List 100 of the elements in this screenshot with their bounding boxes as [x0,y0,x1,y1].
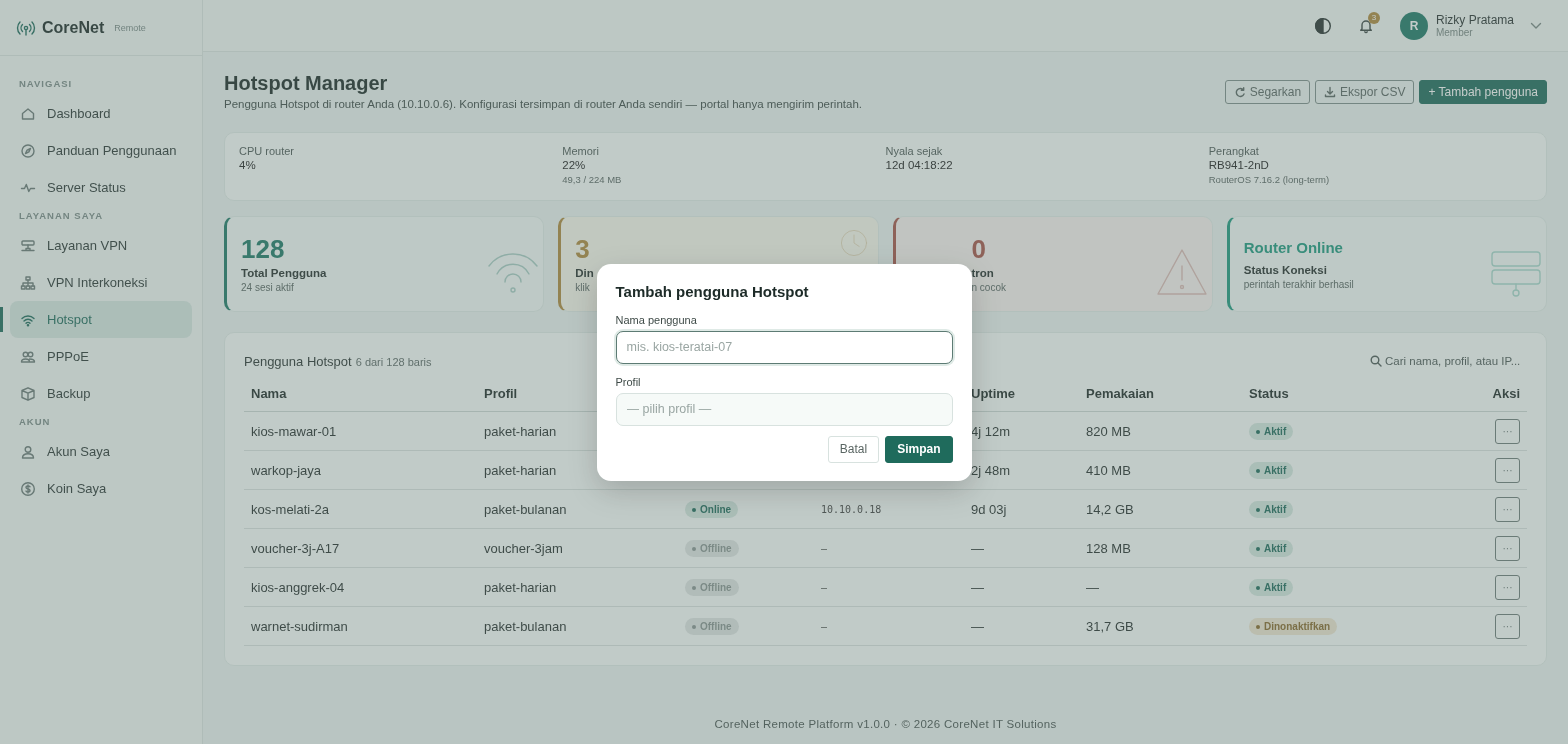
sidebar-item[interactable]: VPN Interkoneksi [10,264,192,301]
server-icon [20,237,36,254]
more-button[interactable]: ··· [1495,418,1520,444]
page-subtitle: Pengguna Hotspot di router Anda (10.10.0.6). Konfigurasi tersimpan di router Anda sendiri — portal hanya mengirim perintah. [224,98,862,110]
sidebar-item[interactable]: Server Status [10,169,192,206]
user-role: Member [1435,27,1474,38]
header-button[interactable]: Segarkan [1224,80,1311,104]
more-button[interactable]: ··· [1495,457,1520,483]
table-cell: voucher-3jam [477,529,678,568]
info-value: 4% [239,159,257,171]
stat-subtitle: perintah terakhir berhasil [1243,279,1354,290]
contrast-icon [1313,16,1332,35]
table-cell: paket-bulanan [477,607,678,646]
table-cell: kos-melati-2a [244,490,477,529]
status-badge: Aktif [1249,539,1294,557]
stat-value: 128 [241,235,286,263]
table-cell: 820 MB [1079,412,1242,451]
sidebar-item[interactable]: Layanan VPN [10,227,192,264]
column-header: Status [1242,386,1467,412]
search-field[interactable]: Cari nama, profil, atau IP... [1370,355,1527,367]
more-button[interactable]: ··· [1495,535,1520,561]
session-badge: Online [685,500,739,518]
info-label: CPU router [239,145,296,157]
table-cell: – [814,529,964,568]
more-button[interactable]: ··· [1495,613,1520,639]
stat-title: Din [575,267,594,279]
column-header: Pemakaian [1079,386,1242,412]
table-cell: warkop-jaya [244,451,477,490]
status-badge: Aktif [1249,461,1294,479]
cancel-button[interactable]: Batal [827,435,880,463]
bell-icon [1357,17,1374,34]
sidebar-item[interactable]: Panduan Penggunaan [10,132,192,169]
dialog-title: Tambah pengguna Hotspot [615,282,810,300]
info-detail: 49,3 / 224 MB [562,174,623,185]
table-cell: — [964,607,1079,646]
brand-tag: Remote [114,22,146,33]
table-cell: paket-bulanan [477,490,678,529]
avatar: R [1399,11,1428,40]
info-value: RB941-2nD [1208,159,1270,171]
info-detail: RouterOS 7.16.2 (long-term) [1208,174,1331,185]
sidebar-item[interactable]: Akun Saya [10,433,192,470]
table-cell: voucher-3j-A17 [244,529,477,568]
more-button[interactable]: ··· [1495,496,1520,522]
user-icon [20,443,36,460]
status-badge: Aktif [1249,422,1294,440]
sidebar-item[interactable]: Dashboard [10,95,192,132]
row-count: 6 dari 128 baris [355,356,432,368]
compass-icon [20,142,36,159]
header-button[interactable]: + Tambah pengguna [1419,80,1547,104]
more-button[interactable]: ··· [1495,574,1520,600]
sidebar-item[interactable]: PPPoE [10,338,192,375]
stat-subtitle: klik [575,282,591,293]
section-heading: NAVIGASI [18,77,74,91]
table-cell: 9d 03j [964,490,1079,529]
stat-value: 0 [971,235,987,263]
column-header: Nama [244,386,477,412]
stat-value: Router Online [1243,238,1344,258]
user-menu[interactable]: R Rizky Pratama Member [1399,11,1542,40]
page-title: Hotspot Manager [224,72,389,95]
table-cell: 14,2 GB [1079,490,1242,529]
search-icon [1370,355,1382,367]
table-cell: 128 MB [1079,529,1242,568]
table-cell: — [1079,568,1242,607]
house-icon [20,105,36,122]
table-cell: 31,7 GB [1079,607,1242,646]
notification-badge: 3 [1367,11,1380,24]
table-cell: warnet-sudirman [244,607,477,646]
input-field[interactable]: mis. kios-teratai-07 [615,330,953,364]
info-value: 12d 04:18:22 [885,159,954,171]
brand-name: CoreNet [42,18,105,37]
select-field[interactable]: — pilih profil — [615,392,953,426]
table-cell: 10.10.0.18 [814,490,964,529]
sidebar-item[interactable]: Koin Saya [10,470,192,507]
table-cell: — [964,568,1079,607]
refresh-icon [1233,86,1246,98]
table-cell: — [964,529,1079,568]
stat-subtitle: 24 sesi aktif [241,282,295,293]
table-title: Pengguna Hotspot [244,354,352,369]
box-icon [20,385,36,402]
user-name: Rizky Pratama [1435,13,1514,27]
stat-value: 3 [575,235,591,263]
stat-title: tron [971,267,995,279]
coin-icon [20,480,36,497]
field-label: Nama pengguna [615,313,698,326]
column-header: Aksi [1467,386,1527,412]
stat-title: Status Koneksi [1243,264,1328,276]
section-heading: AKUN [18,415,52,429]
sidebar-item[interactable]: Backup [10,375,192,412]
table-cell: kios-mawar-01 [244,412,477,451]
stat-title: Total Pengguna [241,267,327,279]
table-cell: – [814,568,964,607]
table-cell: paket-harian [477,568,678,607]
footer-text: CoreNet Remote Platform v1.0.0 · © 2026 CoreNet IT Solutions [713,718,1058,732]
status-badge: Dinonaktifkan [1249,617,1338,635]
antenna-icon [16,19,36,36]
table-cell: 410 MB [1079,451,1242,490]
header-button[interactable]: Ekspor CSV [1315,80,1415,104]
info-label: Memori [562,145,600,157]
save-button[interactable]: Simpan [885,435,953,463]
chevron-down-icon [1530,21,1542,30]
